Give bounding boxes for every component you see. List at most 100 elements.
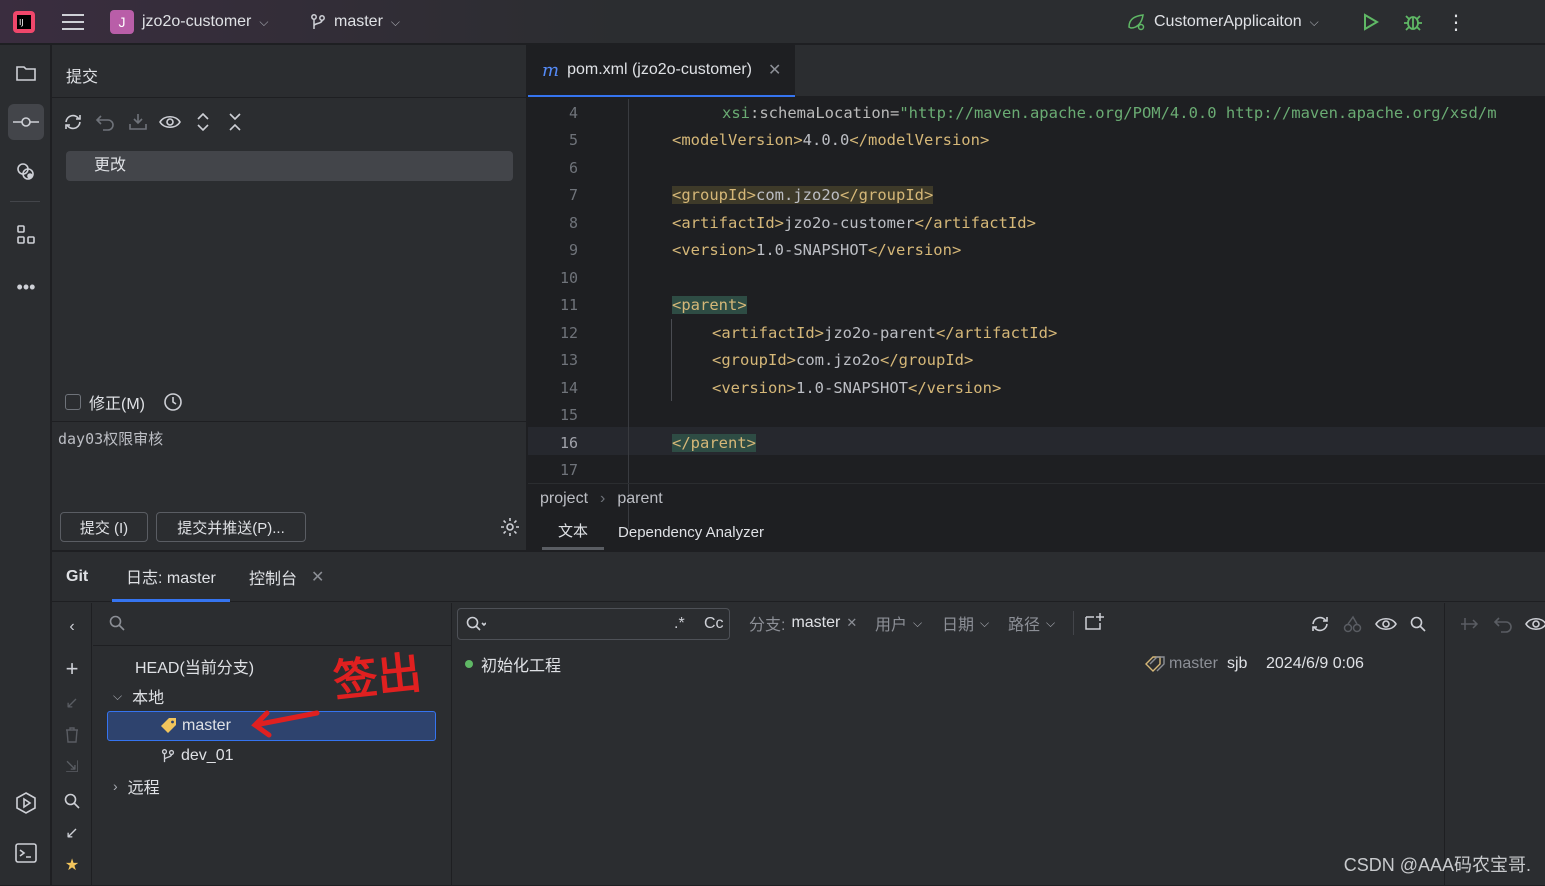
title-bar: IJ J jzo2o-customer ⌵ master ⌵ CustomerA… xyxy=(0,0,1545,44)
code-line-13[interactable]: <groupId>com.jzo2o</groupId> xyxy=(712,351,973,369)
terminal-icon[interactable] xyxy=(8,835,44,871)
branch-filter[interactable]: 分支: master ✕ xyxy=(749,611,857,635)
commit-message-text: day03权限审核 xyxy=(58,430,164,448)
code-line-12[interactable]: <artifactId>jzo2o-parent</artifactId> xyxy=(712,324,1057,342)
update-arrow-icon[interactable]: ↙ xyxy=(60,691,84,715)
chevron-right-icon: › xyxy=(113,778,118,794)
search-icon[interactable] xyxy=(60,789,84,813)
branch-group-label: 远程 xyxy=(127,780,160,797)
date-filter[interactable]: 日期 ⌵ xyxy=(942,611,989,635)
structure-icon[interactable] xyxy=(8,217,44,253)
line-number: 15 xyxy=(559,406,578,424)
gutter-divider xyxy=(628,99,629,529)
path-filter[interactable]: 路径 ⌵ xyxy=(1008,611,1055,635)
fetch-icon[interactable]: ↙ xyxy=(60,821,84,845)
panel-title: 提交 xyxy=(66,69,99,86)
ai-assistant-icon[interactable] xyxy=(8,154,44,190)
breadcrumb-item[interactable]: parent xyxy=(617,490,662,508)
divider xyxy=(528,483,1545,484)
editor-tab-pom[interactable]: m pom.xml (jzo2o-customer) ✕ xyxy=(528,45,796,97)
run-config-selector[interactable]: CustomerApplicaiton ⌵ xyxy=(1126,0,1319,44)
tab-log-master[interactable]: 日志: master xyxy=(112,552,230,602)
search-icon[interactable] xyxy=(1410,616,1426,632)
code-line-9[interactable]: <version>1.0-SNAPSHOT</version> xyxy=(672,241,961,259)
commit-and-push-button[interactable]: 提交并推送(P)... xyxy=(156,512,306,542)
compare-icon[interactable] xyxy=(1459,615,1479,633)
refresh-icon[interactable] xyxy=(1310,615,1330,633)
new-tab-icon[interactable] xyxy=(1085,612,1105,630)
annotation-arrow xyxy=(251,710,320,738)
refresh-icon[interactable] xyxy=(60,109,86,135)
run-config-name: CustomerApplicaiton xyxy=(1154,13,1302,30)
more-tools-icon[interactable]: ••• xyxy=(8,269,44,305)
run-button[interactable] xyxy=(1360,0,1380,44)
commit-row[interactable]: 初始化工程 master sjb 2024/6/9 0:06 xyxy=(465,651,1435,677)
star-icon[interactable]: ★ xyxy=(60,853,84,877)
chevron-left-icon[interactable]: ‹ xyxy=(60,615,84,639)
indent-guide xyxy=(671,319,672,401)
eye-icon[interactable] xyxy=(1525,616,1545,632)
run-icon xyxy=(1364,13,1379,31)
eye-icon[interactable] xyxy=(1375,616,1397,632)
expand-all-icon[interactable] xyxy=(190,109,216,135)
amend-option[interactable]: 修正(M) xyxy=(65,390,183,414)
branch-icon xyxy=(311,14,325,29)
merge-icon[interactable]: ⇲ xyxy=(60,755,84,779)
line-number: 12 xyxy=(559,324,578,342)
breadcrumb: project › parent xyxy=(540,490,663,508)
debug-button[interactable] xyxy=(1402,0,1424,44)
commit-message-input[interactable]: day03权限审核 xyxy=(52,421,527,501)
main-menu-icon[interactable] xyxy=(62,0,84,44)
tab-text[interactable]: 文本 xyxy=(542,515,605,550)
folder-icon[interactable] xyxy=(8,55,44,91)
regex-toggle[interactable]: .* xyxy=(674,615,685,633)
project-selector[interactable]: J jzo2o-customer ⌵ xyxy=(110,0,268,44)
commit-button[interactable]: 提交 (I) xyxy=(60,512,148,542)
branch-item-dev[interactable]: dev_01 xyxy=(93,741,452,771)
chevron-down-icon: ⌵ xyxy=(113,688,123,703)
branch-group-remote[interactable]: › 远程 xyxy=(93,771,452,801)
collapse-all-icon[interactable] xyxy=(222,109,248,135)
eye-icon[interactable] xyxy=(157,109,183,135)
amend-checkbox[interactable] xyxy=(65,394,81,410)
more-actions-icon[interactable]: ⋮ xyxy=(1446,0,1466,44)
search-icon[interactable] xyxy=(109,615,125,631)
tab-console[interactable]: 控制台 ✕ xyxy=(249,552,324,602)
code-line-7[interactable]: <groupId>com.jzo2o</groupId> xyxy=(672,186,934,204)
add-icon[interactable]: + xyxy=(60,656,84,681)
svg-text:IJ: IJ xyxy=(19,18,24,27)
clock-icon[interactable] xyxy=(163,392,183,412)
user-filter[interactable]: 用户 ⌵ xyxy=(875,611,922,635)
divider xyxy=(1073,611,1074,635)
branch-label: dev_01 xyxy=(181,747,234,764)
code-line-16[interactable]: </parent> xyxy=(672,434,756,452)
ide-logo-icon[interactable]: IJ xyxy=(12,0,36,44)
code-line-11[interactable]: <parent> xyxy=(672,296,747,314)
code-line-14[interactable]: <version>1.0-SNAPSHOT</version> xyxy=(712,379,1001,397)
cherry-pick-icon[interactable] xyxy=(1343,615,1363,633)
code-line-5[interactable]: <modelVersion>4.0.0</modelVersion> xyxy=(672,131,989,149)
rollback-icon[interactable] xyxy=(92,109,118,135)
code-line-4[interactable]: xsi:schemaLocation="http://maven.apache.… xyxy=(722,104,1497,122)
commit-icon[interactable] xyxy=(8,104,44,140)
rollback-icon[interactable] xyxy=(1493,615,1513,633)
close-icon[interactable]: ✕ xyxy=(768,60,781,80)
trash-icon[interactable] xyxy=(60,723,84,747)
code-line-8[interactable]: <artifactId>jzo2o-customer</artifactId> xyxy=(672,214,1036,232)
changes-tree-node[interactable]: 更改 xyxy=(66,151,513,181)
shelve-icon[interactable] xyxy=(125,109,151,135)
close-icon[interactable]: ✕ xyxy=(846,615,857,631)
breadcrumb-item[interactable]: project xyxy=(540,490,588,508)
line-number: 8 xyxy=(568,214,578,232)
project-name: jzo2o-customer xyxy=(142,13,252,30)
search-icon xyxy=(466,616,486,631)
services-icon[interactable] xyxy=(8,785,44,821)
tab-dependency-analyzer[interactable]: Dependency Analyzer xyxy=(618,524,764,541)
branch-selector[interactable]: master ⌵ xyxy=(310,0,400,44)
settings-gear-icon[interactable] xyxy=(500,517,520,537)
match-case-toggle[interactable]: Cc xyxy=(704,615,724,633)
chevron-down-icon: ⌵ xyxy=(390,14,401,29)
amend-label: 修正(M) xyxy=(89,396,145,413)
close-icon[interactable]: ✕ xyxy=(311,567,324,587)
log-search-input[interactable]: .* Cc xyxy=(457,608,730,640)
